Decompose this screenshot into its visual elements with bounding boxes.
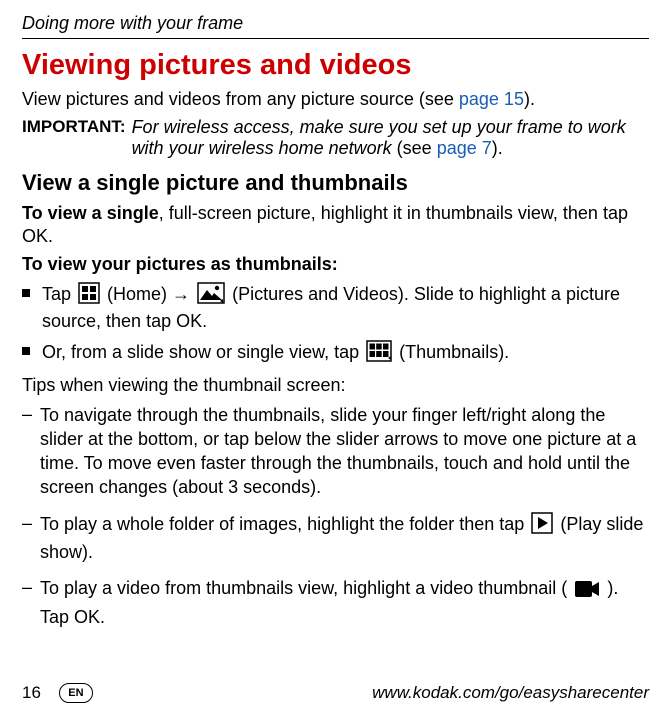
list-item: – To play a video from thumbnails view, … [22, 576, 649, 629]
page-title: Viewing pictures and videos [22, 49, 649, 82]
intro-text-a: View pictures and videos from any pictur… [22, 89, 459, 109]
list-item: Tap (Home) → (Picture [22, 282, 649, 334]
bullet-2-text-a: Or, from a slide show or single view, ta… [42, 342, 364, 362]
page-footer: 16 EN www.kodak.com/go/easysharecenter [22, 683, 649, 703]
page-7-link[interactable]: page 7 [437, 138, 492, 158]
intro-paragraph: View pictures and videos from any pictur… [22, 88, 649, 111]
home-icon [78, 282, 100, 310]
list-item: Or, from a slide show or single view, ta… [22, 340, 649, 368]
bullet-1-text-a: Tap [42, 284, 76, 304]
view-thumbnails-heading: To view your pictures as thumbnails: [22, 253, 649, 276]
bullet-1-text-b: (Home) → [107, 284, 195, 304]
view-single-paragraph: To view a single, full-screen picture, h… [22, 202, 649, 247]
list-item: – To navigate through the thumbnails, sl… [22, 403, 649, 500]
footer-url: www.kodak.com/go/easysharecenter [372, 683, 649, 703]
list-item: – To play a whole folder of images, high… [22, 512, 649, 565]
important-text-c: ). [492, 138, 503, 158]
view-single-bold: To view a single [22, 203, 159, 223]
section-subtitle: View a single picture and thumbnails [22, 170, 649, 196]
tips-intro: Tips when viewing the thumbnail screen: [22, 374, 649, 397]
intro-text-b: ). [524, 89, 535, 109]
important-text: For wireless access, make sure you set u… [132, 117, 649, 161]
dash-marker: – [22, 512, 40, 535]
pictures-videos-icon [197, 282, 225, 310]
important-text-a: For wireless access, make sure you set u… [132, 117, 626, 159]
dash-2-text-a: To play a whole folder of images, highli… [40, 514, 529, 534]
important-note: IMPORTANT: For wireless access, make sur… [22, 117, 649, 161]
bullet-list: Tap (Home) → (Picture [22, 282, 649, 368]
play-slideshow-icon [531, 512, 553, 540]
important-label: IMPORTANT: [22, 117, 126, 161]
bullet-2-text-b: (Thumbnails). [399, 342, 509, 362]
thumbnails-icon [366, 340, 392, 368]
dash-3-text-a: To play a video from thumbnails view, hi… [40, 578, 567, 598]
dash-marker: – [22, 576, 40, 599]
page-running-header: Doing more with your frame [22, 13, 649, 39]
language-badge: EN [59, 683, 93, 703]
important-text-b: (see [392, 138, 437, 158]
page-number: 16 [22, 683, 41, 703]
video-thumbnail-icon [574, 580, 600, 604]
page-15-link[interactable]: page 15 [459, 89, 524, 109]
dash-list: – To navigate through the thumbnails, sl… [22, 403, 649, 629]
dash-marker: – [22, 403, 40, 426]
dash-1-text: To navigate through the thumbnails, slid… [40, 403, 649, 500]
